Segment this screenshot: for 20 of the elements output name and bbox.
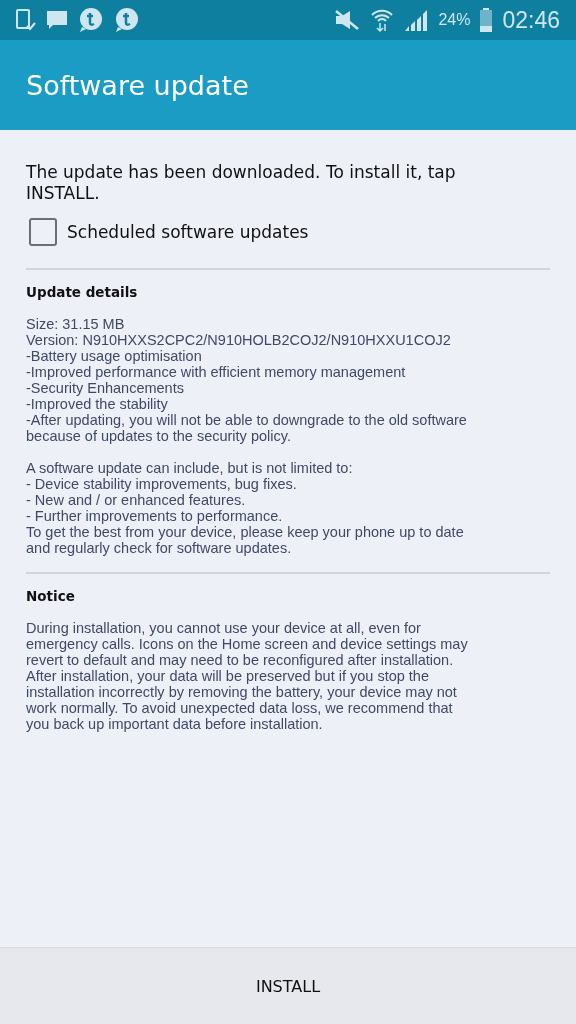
info-paragraph: During installation, you cannot use your device at all, even for emergency calls. Icons on the Home screen and device settings may revert to default and may need to be reconfigured after installation. After installation, your data will be preserved but if you stop the installation incorrectly by removing the battery, your device may not work normally. To avoid unexpected data loss, we recommend that you back up important data before installation. — [26, 620, 469, 732]
t-bubble-icon — [114, 7, 140, 33]
section-heading: Notice — [26, 588, 76, 604]
info-paragraph: A software update can include, but is not limited to: - Device stability improvements, bug fixes. - New and / or enhanced features. - Further improvements to performance. To get the best from your device, please keep your phone up to date and regularly check for software updates. — [26, 460, 465, 556]
checkbox[interactable] — [29, 218, 57, 246]
chat-icon — [46, 9, 68, 31]
checkbox-label[interactable]: Scheduled software updates — [67, 222, 309, 242]
clock-time: 02:46 — [502, 6, 560, 34]
download-message: The update has been downloaded. To install it, tap INSTALL. — [26, 162, 457, 204]
info-paragraph: Size: 31.15 MB Version: N910HXXS2CPC2/N910HOLB2COJ2/N910HXXU1COJ2 -Battery usage optimisation -Improved performance with efficient memory management -Security Enhancements -Improved the stability -After updating, you will not be able to downgrade to the old software because of updates to the security policy. — [26, 316, 468, 444]
screen-title: Software update — [26, 69, 249, 101]
t-bubble-icon — [78, 7, 104, 33]
install-button[interactable]: INSTALL — [0, 948, 576, 1024]
mute-icon — [334, 9, 361, 31]
battery-percent: 24% — [438, 11, 471, 29]
section-heading: Update details — [26, 284, 139, 300]
battery-icon — [480, 8, 493, 32]
wifi-icon — [370, 7, 395, 33]
tablet-check-icon — [16, 9, 36, 31]
signal-icon — [404, 8, 429, 32]
